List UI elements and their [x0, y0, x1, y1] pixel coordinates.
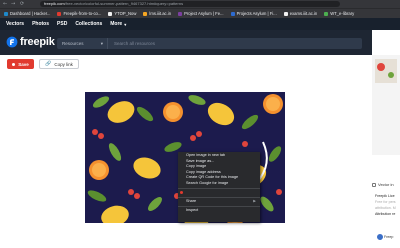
url-field[interactable]: freepik.com/free-vector/colorful-summer-…	[40, 1, 340, 7]
search-header: freepik Resources ▾	[0, 30, 372, 55]
bookmark-favicon-icon	[178, 11, 183, 16]
bookmark-label: Dashboard | Hacker...	[10, 11, 51, 16]
menu-separator	[178, 196, 260, 198]
save-label: Save	[18, 61, 29, 67]
bookmark-favicon-icon	[283, 11, 288, 16]
bookmarks-bar: Dashboard | Hacker... Freepik-from-to-co…	[0, 8, 400, 18]
avatar	[377, 234, 383, 240]
menu-item-share[interactable]: Share ▶	[178, 199, 260, 205]
author-info[interactable]: Freep	[376, 234, 393, 240]
attribution-link[interactable]: Attribution re	[375, 211, 396, 217]
share-label: Share	[186, 198, 197, 203]
menu-separator	[178, 187, 260, 189]
bookmark-favicon-icon	[108, 11, 113, 16]
bookmark-item[interactable]: lms.iiit.ac.in	[143, 11, 171, 16]
category-select[interactable]: Resources ▾	[57, 38, 108, 49]
bookmark-label: exams.iiit.ac.in	[289, 11, 318, 16]
menu-item-inspect[interactable]: Inspect	[178, 208, 260, 214]
site-nav: Vectors Photos PSD Collections More ▾	[0, 18, 400, 30]
copy-link-button[interactable]: 🔗 Copy link	[39, 59, 79, 69]
freepik-logo-icon	[6, 36, 18, 48]
nav-item-photos[interactable]: Photos	[32, 21, 49, 27]
search-input[interactable]	[108, 38, 362, 49]
bookmark-favicon-icon	[324, 11, 329, 16]
bookmark-item[interactable]: exams.iiit.ac.in	[283, 11, 318, 16]
chevron-down-icon: ▾	[100, 40, 103, 46]
nav-item-vectors[interactable]: Vectors	[6, 21, 24, 27]
forward-icon[interactable]: →	[11, 1, 15, 7]
chevron-right-icon: ▶	[253, 198, 256, 203]
nav-more-label: More	[110, 21, 123, 27]
bookmark-favicon-icon	[230, 11, 235, 16]
bookmark-label: Projects Asylum | Fi...	[236, 11, 277, 16]
license-info: Freepik Lice Free for pers attribution. …	[375, 193, 396, 217]
bookmark-icon	[12, 62, 16, 66]
vector-label: Vector in	[378, 182, 394, 187]
bookmark-label: lms.iiit.ac.in	[149, 11, 172, 16]
checkbox-icon	[372, 182, 376, 187]
related-thumbnail[interactable]	[372, 55, 400, 155]
nav-item-collections[interactable]: Collections	[75, 21, 102, 27]
bookmark-label: Project Asylum | Fe...	[184, 11, 224, 16]
link-icon: 🔗	[45, 61, 52, 67]
extension-icon	[180, 191, 183, 195]
bookmark-item[interactable]: Projects Asylum | Fi...	[230, 11, 277, 16]
chevron-down-icon: ▾	[124, 21, 127, 27]
menu-item-search-google-image[interactable]: Search Google for image	[178, 181, 260, 187]
freepik-logo[interactable]: freepik	[6, 36, 55, 48]
browser-address-bar: ← → ⟳ freepik.com/free-vector/colorful-s…	[0, 0, 400, 8]
bookmark-favicon-icon	[4, 11, 8, 16]
bookmark-item[interactable]: Freepik-from-to-co...	[57, 11, 101, 16]
url-domain: freepik.com	[44, 1, 65, 6]
reload-icon[interactable]: ⟳	[20, 1, 24, 7]
bookmark-label: Freepik-from-to-co...	[63, 11, 102, 16]
bookmark-item[interactable]: WT_e-library	[324, 11, 354, 16]
bookmark-label: WT_e-library	[330, 11, 355, 16]
nav-item-psd[interactable]: PSD	[57, 21, 67, 27]
back-icon[interactable]: ←	[3, 1, 7, 7]
save-button[interactable]: Save	[7, 59, 34, 69]
bookmark-favicon-icon	[143, 11, 148, 16]
bookmark-item[interactable]: Project Asylum | Fe...	[178, 11, 224, 16]
category-label: Resources	[62, 41, 84, 46]
search-bar: Resources ▾	[57, 38, 362, 49]
author-name: Freep	[384, 235, 394, 239]
bookmark-favicon-icon	[57, 11, 62, 16]
logo-text: freepik	[20, 36, 55, 48]
bookmark-label: YTOP_Now	[114, 11, 137, 16]
url-path: /free-vector/colorful-summer-pattern_946…	[64, 1, 184, 6]
vector-info: Vector in	[372, 182, 394, 187]
bookmark-item[interactable]: YTOP_Now	[108, 11, 136, 16]
context-menu: Open image in new tab Save image as... C…	[178, 152, 260, 222]
menu-item-freepik-extension[interactable]	[178, 190, 260, 196]
bookmark-item[interactable]: Dashboard | Hacker...	[4, 11, 50, 16]
nav-item-more[interactable]: More ▾	[110, 21, 126, 27]
copy-link-label: Copy link	[54, 61, 73, 67]
menu-separator	[178, 205, 260, 207]
